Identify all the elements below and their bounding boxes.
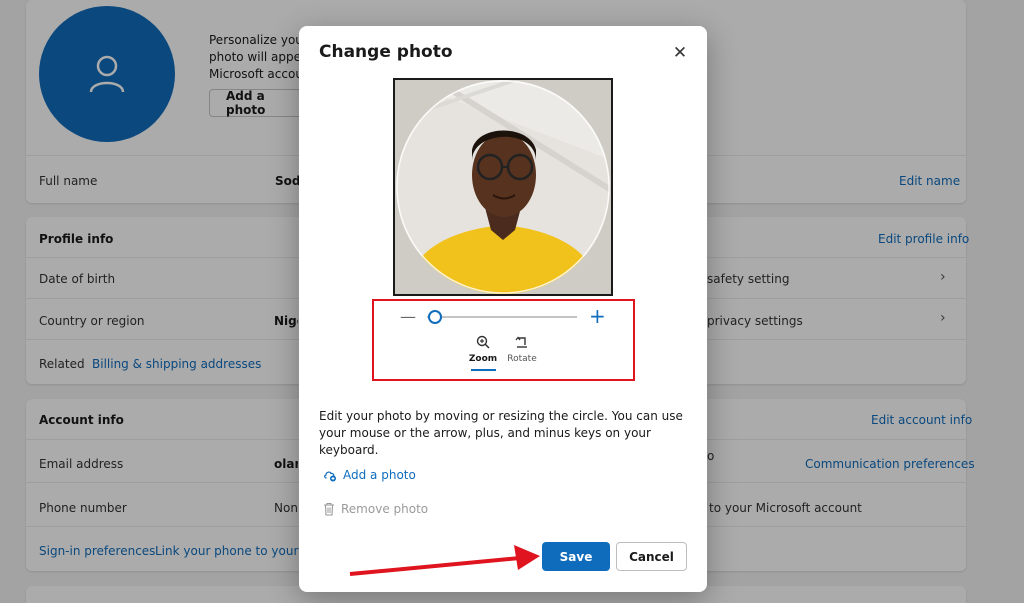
rotate-icon xyxy=(515,336,527,348)
red-arrow-annotation xyxy=(349,545,540,576)
profile-photo xyxy=(395,80,611,294)
dialog-description: Edit your photo by moving or resizing th… xyxy=(319,409,683,457)
zoom-slider-thumb[interactable] xyxy=(427,310,442,324)
remove-photo-action: Remove photo xyxy=(323,502,428,516)
zoom-tool[interactable]: Zoom xyxy=(463,333,503,364)
zoom-out-icon[interactable]: — xyxy=(400,307,416,326)
cloud-add-icon xyxy=(324,471,336,482)
cancel-button[interactable]: Cancel xyxy=(616,542,687,571)
zoom-slider[interactable] xyxy=(427,316,577,318)
close-icon[interactable]: ✕ xyxy=(671,44,689,62)
trash-icon xyxy=(324,502,334,516)
zoom-in-icon[interactable]: + xyxy=(589,304,606,328)
change-photo-dialog: Change photo ✕ — + Zoom Rotate Edit your… xyxy=(299,26,707,592)
rotate-tool[interactable]: Rotate xyxy=(502,333,542,364)
dialog-title: Change photo xyxy=(319,42,453,62)
zoom-icon xyxy=(476,335,490,349)
save-button[interactable]: Save xyxy=(542,542,610,571)
zoom-tab-indicator xyxy=(471,369,496,371)
add-photo-action[interactable]: Add a photo xyxy=(323,468,416,482)
photo-crop-area[interactable] xyxy=(393,78,613,296)
